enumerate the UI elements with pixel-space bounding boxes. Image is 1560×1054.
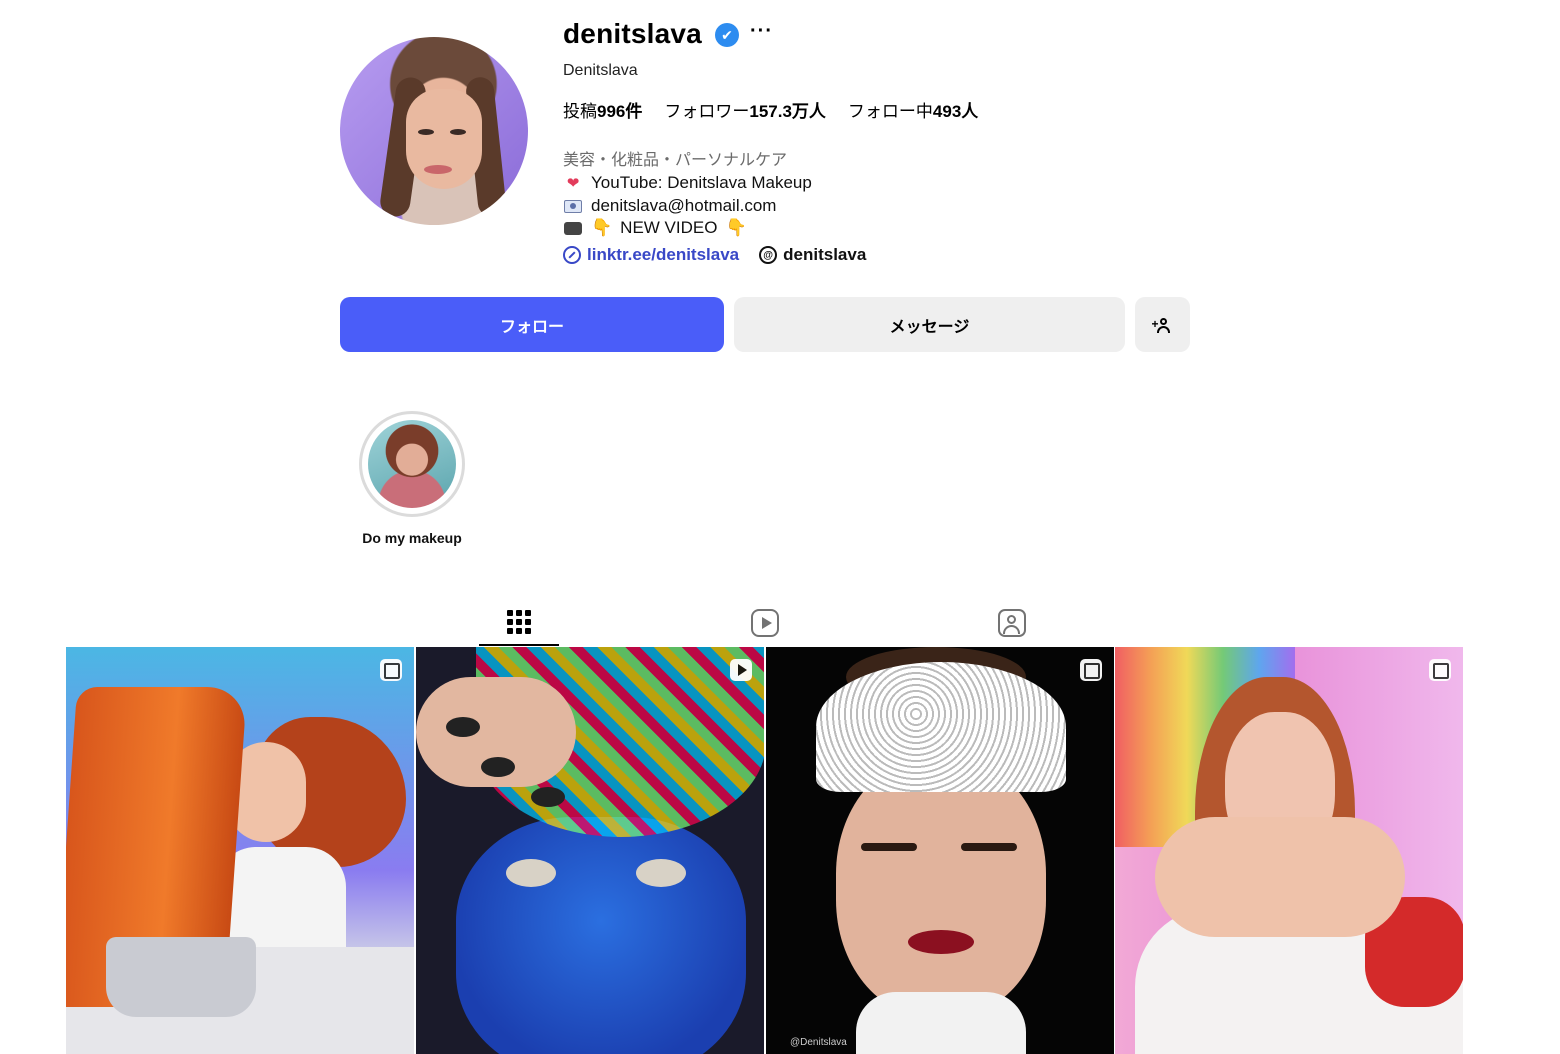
more-options-icon[interactable]: ··· [750,20,773,43]
bio-line: ❤ YouTube: Denitslava Makeup [563,173,812,193]
grid-icon [507,610,531,634]
carousel-icon [1080,659,1102,681]
post-thumbnail[interactable] [1115,647,1463,1054]
message-button[interactable]: メッセージ [734,297,1125,352]
suggested-accounts-button[interactable]: + [1135,297,1190,352]
external-link[interactable]: linktr.ee/denitslava [563,245,739,265]
tab-posts[interactable] [479,600,559,646]
bio-line: 👇 NEW VIDEO 👇 [563,218,747,238]
threads-link[interactable]: @ denitslava [759,245,866,265]
verified-badge-icon: ✔ [715,23,739,47]
following-count[interactable]: フォロー中493人 [848,97,978,122]
highlight-cover[interactable] [368,420,456,508]
profile-avatar[interactable] [340,37,528,225]
carousel-icon [380,659,402,681]
post-thumbnail[interactable] [416,647,764,1054]
video-camera-icon [563,219,583,237]
profile-category: 美容・化粧品・パーソナルケア [563,152,788,169]
tab-reels[interactable] [725,600,805,646]
pointing-down-icon: 👇 [725,218,747,237]
link-icon [563,246,581,264]
id-card-icon [563,197,583,215]
profile-stats: 投稿996件 フォロワー157.3万人 フォロー中493人 [563,97,978,122]
highlight-label[interactable]: Do my makeup [332,530,492,546]
reel-icon [730,659,752,681]
tab-tagged[interactable] [972,600,1052,646]
posts-count: 投稿996件 [563,102,643,121]
carousel-icon [1429,659,1451,681]
bio-line: denitslava@hotmail.com [563,196,776,216]
followers-count[interactable]: フォロワー157.3万人 [664,97,826,122]
heart-icon: ❤ [566,175,580,192]
reels-icon [751,609,779,637]
follow-button[interactable]: フォロー [340,297,724,352]
profile-links: linktr.ee/denitslava @ denitslava [563,245,866,265]
pointing-down-icon: 👇 [591,218,613,237]
post-thumbnail[interactable]: @Denitslava [766,647,1114,1054]
post-thumbnail[interactable] [66,647,414,1054]
tagged-icon [998,609,1026,637]
add-person-icon: + [1152,317,1172,333]
threads-icon: @ [759,246,778,264]
profile-username: denitslava [563,18,702,49]
profile-full-name: Denitslava [563,62,638,79]
post-watermark: @Denitslava [790,1037,847,1048]
